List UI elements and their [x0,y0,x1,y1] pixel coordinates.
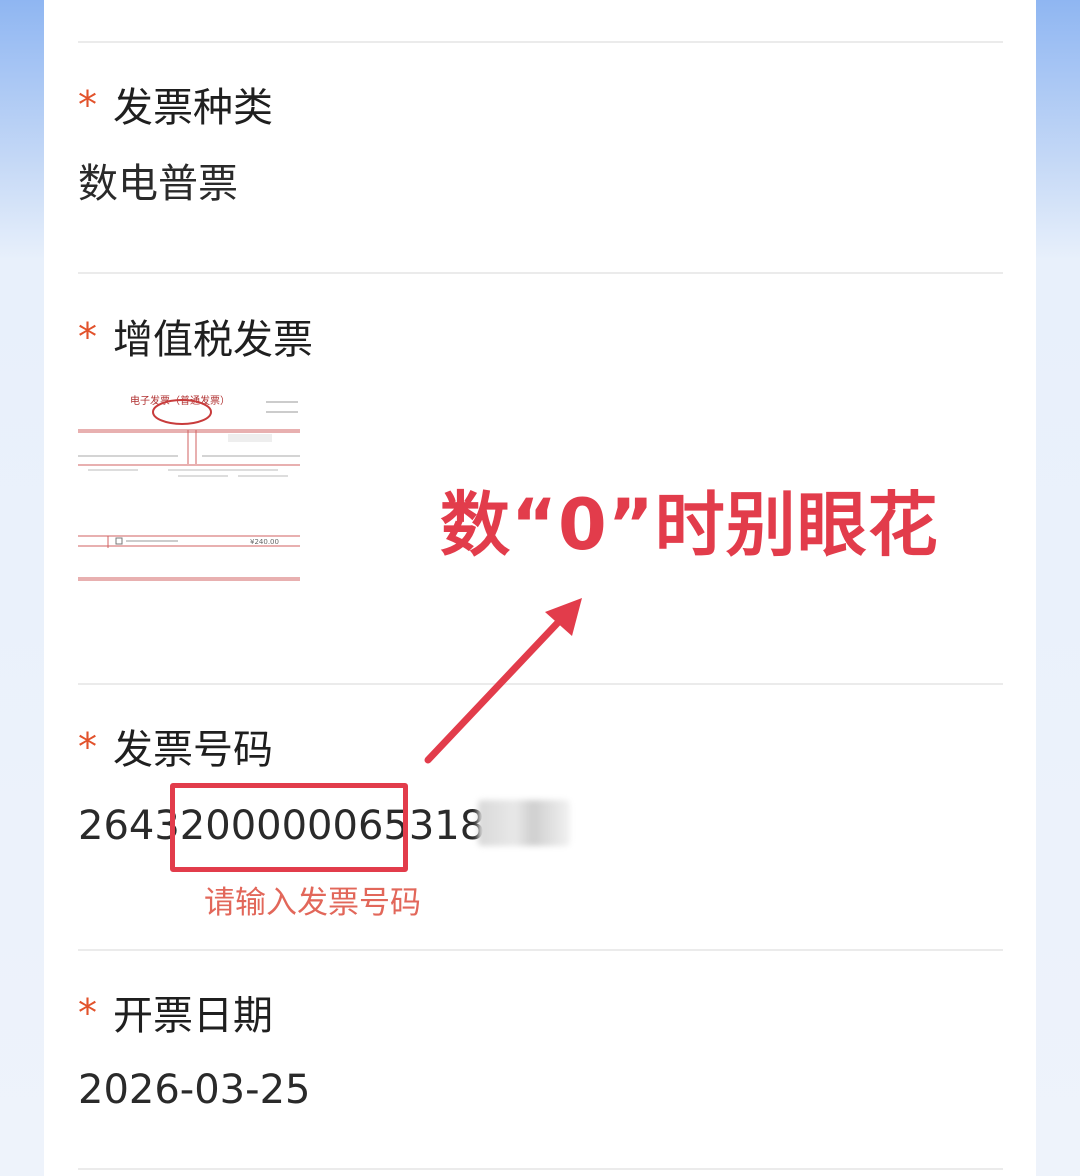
annotation-arrow-icon [424,598,582,764]
